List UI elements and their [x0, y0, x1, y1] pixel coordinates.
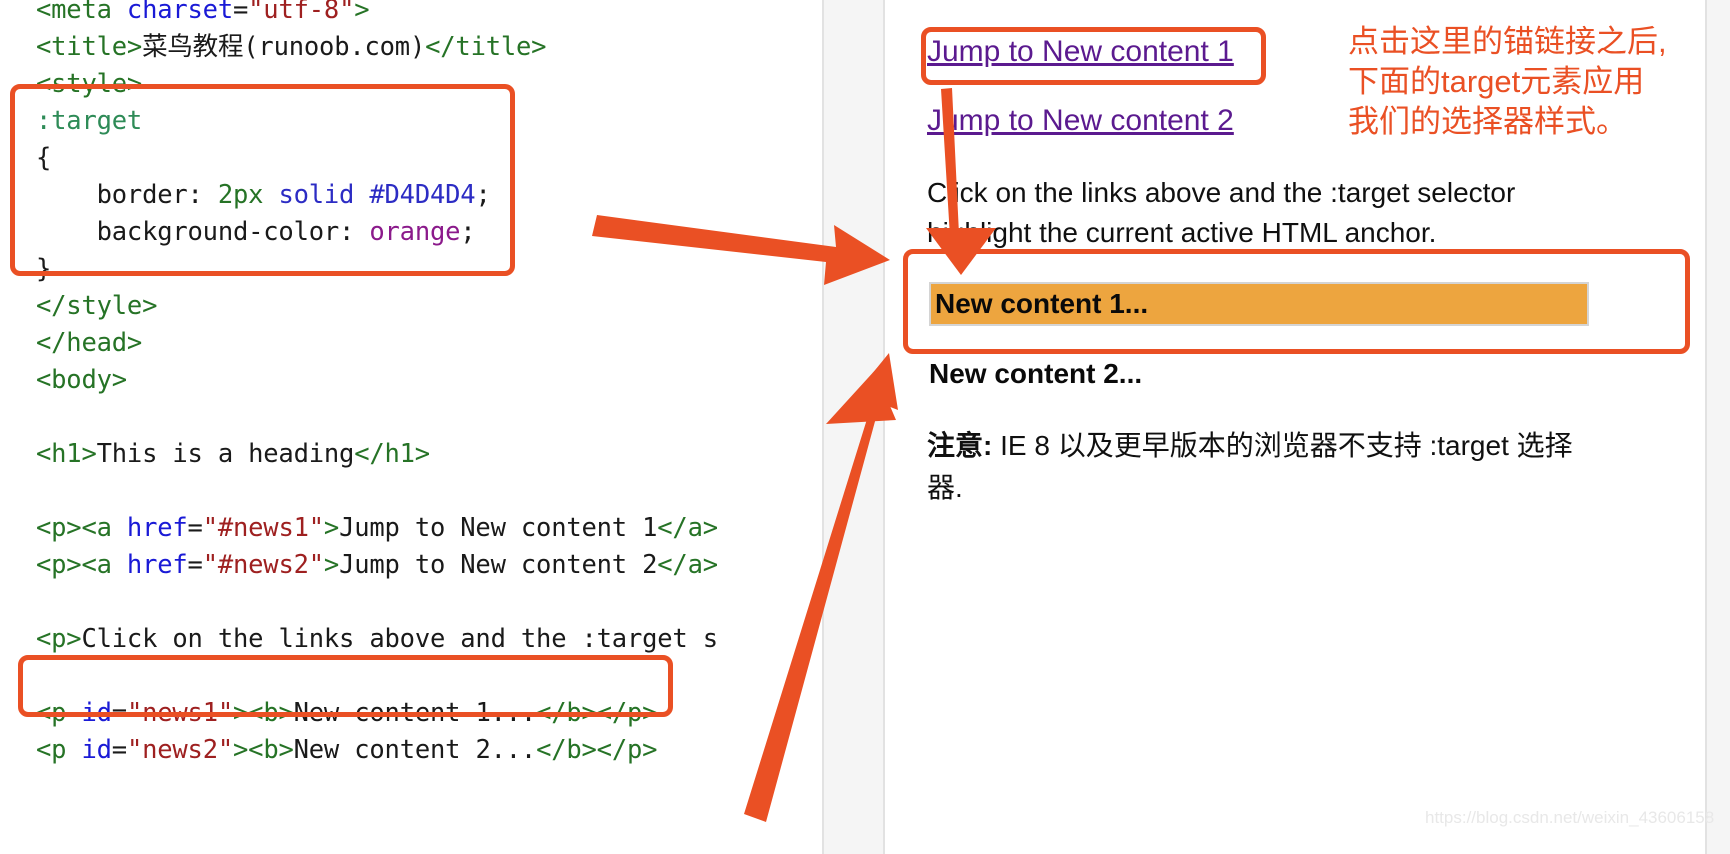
preview-anchor-link-1[interactable]: Jump to New content 1 [927, 35, 1234, 69]
code-line: { [36, 140, 718, 177]
code-token: <p [36, 735, 82, 765]
target-highlight-block: New content 1... [929, 282, 1589, 326]
screenshot-root: <meta charset="utf-8"> <title>菜鸟教程(runoob… [0, 0, 1730, 854]
code-token: <p><a [36, 513, 127, 543]
code-token: <p [36, 698, 82, 728]
code-token: > [323, 550, 340, 580]
code-token: ><b> [233, 735, 294, 765]
code-token: "news2" [126, 735, 234, 765]
code-token: 菜鸟教程(runoob.com) [142, 32, 426, 62]
code-token: </b></p> [536, 735, 658, 765]
code-line: <h1>This is a heading</h1> [36, 436, 718, 473]
code-token: Click on the links above and the :target… [81, 624, 718, 654]
code-line: <body> [36, 362, 718, 399]
code-line: background-color: orange; [36, 214, 718, 251]
code-token: href [126, 513, 188, 543]
code-token: </style> [36, 291, 158, 321]
code-token: = [111, 735, 127, 765]
code-token: <h1> [36, 439, 97, 469]
code-token: Jump to New content 2 [339, 550, 658, 580]
code-token: Jump to New content 1 [339, 513, 658, 543]
code-token: <body> [36, 365, 127, 395]
code-token: <p><a [36, 550, 127, 580]
code-token: <meta [36, 0, 127, 25]
code-token: > [323, 513, 340, 543]
code-token: </a> [657, 513, 718, 543]
code-token: <p> [36, 624, 82, 654]
csdn-watermark: https://blog.csdn.net/weixin_43606158 [1425, 808, 1715, 827]
code-token: solid [278, 180, 355, 210]
code-line: <meta charset="utf-8"> [36, 0, 718, 29]
code-token: } [36, 254, 52, 284]
code-line: </head> [36, 325, 718, 362]
code-line: :target [36, 103, 718, 140]
note-label: 注意: [927, 430, 993, 461]
code-token: #D4D4D4 [369, 180, 476, 210]
code-line: } [36, 251, 718, 288]
preview-anchor-link-2[interactable]: Jump to New content 2 [927, 104, 1234, 138]
code-token: "#news2" [202, 550, 324, 580]
code-token: </head> [36, 328, 143, 358]
code-token: href [126, 550, 188, 580]
code-token: "utf-8" [248, 0, 355, 25]
code-token: :target [36, 106, 143, 136]
annotation-chinese-note: 点击这里的锚链接之后, 下面的target元素应用 我们的选择器样式。 [1348, 24, 1667, 139]
code-token: > [354, 0, 370, 25]
code-line: <title>菜鸟教程(runoob.com)</title> [36, 29, 718, 66]
preview-description-text: Click on the links above and the :target… [927, 177, 1516, 248]
code-token: border: [36, 180, 218, 210]
pane-divider-gutter [822, 0, 885, 854]
code-line: border: 2px solid #D4D4D4; [36, 177, 718, 214]
preview-note: 注意: IE 8 以及更早版本的浏览器不支持 :target 选择器. [927, 425, 1587, 509]
code-token: ; [460, 217, 476, 247]
code-token: background-color: [36, 217, 370, 247]
code-token: "#news1" [202, 513, 324, 543]
code-token: 2px [217, 180, 264, 210]
code-token: id [81, 735, 112, 765]
code-token: </title> [425, 32, 547, 62]
code-token: New content 1... [293, 698, 537, 728]
code-line: </style> [36, 288, 718, 325]
code-token: = [187, 550, 203, 580]
code-token: id [81, 698, 112, 728]
code-token: </b></p> [536, 698, 658, 728]
code-token: ><b> [233, 698, 294, 728]
code-token: { [36, 143, 52, 173]
code-listing: <meta charset="utf-8"> <title>菜鸟教程(runoob… [36, 0, 718, 769]
code-token: = [187, 513, 203, 543]
note-body: IE 8 以及更早版本的浏览器不支持 :target 选择器. [927, 430, 1573, 503]
code-line: <p><a href="#news2">Jump to New content … [36, 547, 718, 584]
code-token: ; [475, 180, 491, 210]
code-token: </a> [657, 550, 718, 580]
code-token: <title> [36, 32, 143, 62]
code-token: <style> [36, 69, 143, 99]
target-highlight-label: New content 1... [935, 288, 1149, 319]
code-line: <p id="news1"><b>New content 1...</b></p… [36, 695, 718, 732]
news2-block: New content 2... [929, 358, 1143, 389]
code-line: <p id="news2"><b>New content 2...</b></p… [36, 732, 718, 769]
code-line: <style> [36, 66, 718, 103]
code-token: orange [369, 217, 461, 247]
code-token: = [233, 0, 249, 25]
code-token: </h1> [354, 439, 430, 469]
code-token: This is a heading [96, 439, 355, 469]
code-token: "news1" [126, 698, 234, 728]
code-token: = [111, 698, 127, 728]
code-token: charset [126, 0, 233, 25]
code-editor-pane[interactable]: <meta charset="utf-8"> <title>菜鸟教程(runoob… [0, 0, 822, 854]
code-line: <p>Click on the links above and the :tar… [36, 621, 718, 658]
code-line: <p><a href="#news1">Jump to New content … [36, 510, 718, 547]
code-token: New content 2... [293, 735, 537, 765]
